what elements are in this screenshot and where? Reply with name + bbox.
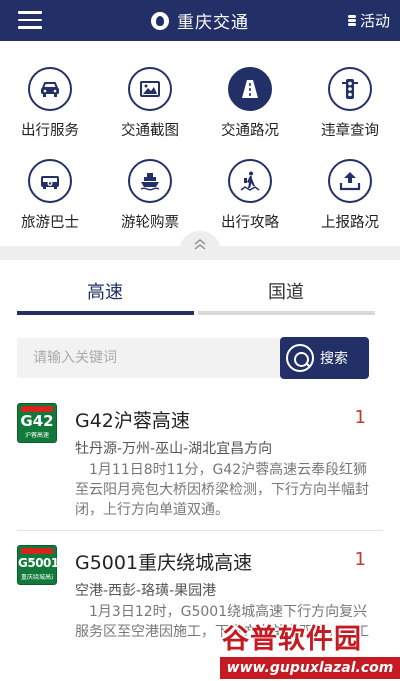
watermark: 谷普软件园 www.gupuxlazal.com (220, 615, 400, 681)
grid-label: 旅游巴士 (21, 215, 79, 231)
road-route: 空港-西彭-珞璜-果园港 (75, 583, 217, 599)
highway-sign-code: G42 (20, 412, 54, 430)
activity-label: 活动 (359, 12, 390, 30)
grid-item-report-conditions[interactable]: 上报路况 (300, 159, 400, 251)
grid-item-traffic-conditions[interactable]: 交通路况 (200, 67, 300, 159)
tab-national-road-indicator (198, 311, 375, 315)
app-title: 重庆交通 (177, 13, 249, 33)
road-name: G42沪蓉高速 (75, 410, 190, 432)
grid-label: 游轮购票 (121, 215, 179, 231)
image-icon (128, 67, 172, 111)
road-icon (228, 67, 272, 111)
grid-label: 违章查询 (321, 123, 379, 139)
road-route: 牡丹源-万州-巫山-湖北宜昌方向 (75, 441, 273, 457)
list-divider (17, 530, 383, 531)
grid-item-travel-service[interactable]: 出行服务 (0, 67, 100, 159)
search-icon (286, 344, 314, 372)
highway-sign-name: 沪蓉高速 (24, 432, 49, 439)
app-title-wrap: 重庆交通 (0, 0, 400, 41)
traffic-light-icon (328, 67, 372, 111)
search-input[interactable] (17, 338, 282, 378)
activity-button[interactable]: 活动 (347, 10, 390, 31)
coin-stack-icon (347, 14, 356, 27)
watermark-title: 谷普软件园 (222, 624, 362, 655)
road-event-count: 1 (354, 549, 366, 570)
grid-label: 出行攻略 (221, 215, 279, 231)
grid-item-traffic-screenshot[interactable]: 交通截图 (100, 67, 200, 159)
highway-sign-code: G5001 (18, 556, 59, 570)
top-bar: 重庆交通 活动 (0, 0, 400, 41)
grid-item-tour-bus[interactable]: 旅游巴士 (0, 159, 100, 251)
road-name: G5001重庆绕城高速 (75, 552, 253, 574)
bus-icon (28, 159, 72, 203)
hiker-map-icon (228, 159, 272, 203)
highway-sign-icon: G42 沪蓉高速 (17, 403, 57, 443)
road-event-count: 1 (354, 407, 366, 428)
watermark-url: www.gupuxlazal.com (220, 657, 400, 679)
grid-label: 出行服务 (21, 123, 79, 139)
highway-sign-name: 重庆绕城高速 (21, 574, 53, 581)
search-button[interactable]: 搜索 (280, 337, 369, 379)
grid-label: 上报路况 (321, 215, 379, 231)
grid-item-violation-query[interactable]: 违章查询 (300, 67, 400, 159)
grid-label: 交通截图 (121, 123, 179, 139)
search-button-label: 搜索 (320, 351, 348, 367)
car-icon (28, 67, 72, 111)
tab-expressway-indicator (17, 311, 194, 315)
chevron-double-up-icon (194, 238, 206, 250)
cruise-ship-icon (128, 159, 172, 203)
app-logo-icon (151, 11, 169, 30)
upload-icon (328, 159, 372, 203)
grid-label: 交通路况 (221, 123, 279, 139)
highway-sign-icon: G5001 重庆绕城高速 (17, 545, 59, 585)
road-description: 1月11日8时11分，G42沪蓉高速云奉段红狮至云阳月亮包大桥因桥梁检测，下行方… (75, 462, 369, 518)
